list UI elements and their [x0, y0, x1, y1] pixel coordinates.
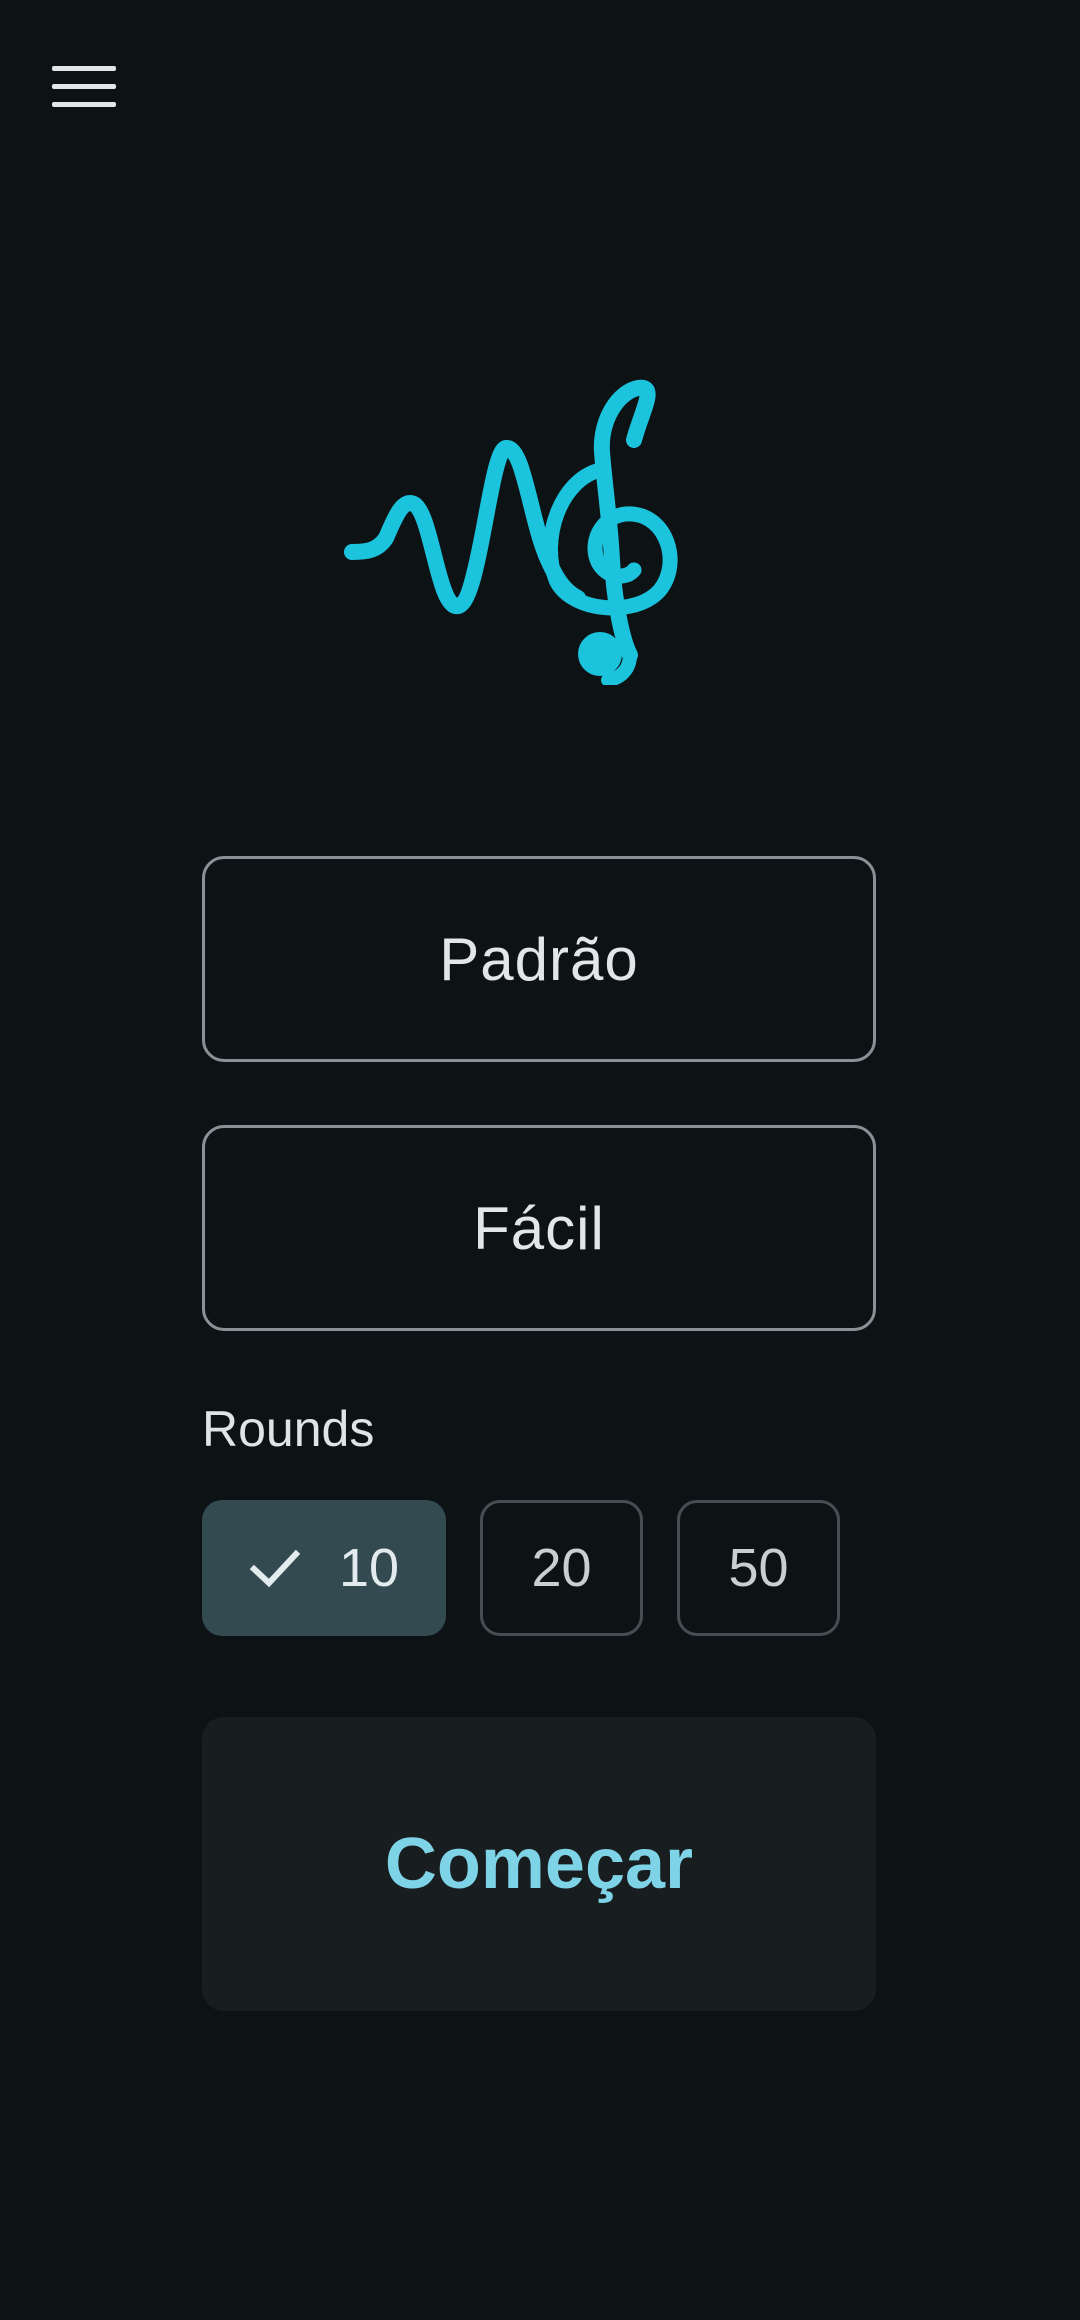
hamburger-menu-icon-line	[52, 83, 116, 89]
home-screen: Padrão Fácil Rounds 10 20 50 Começar	[0, 0, 1080, 2320]
hamburger-menu-icon	[52, 65, 116, 71]
hamburger-menu-icon-line	[52, 101, 116, 107]
difficulty-select-value: Fácil	[473, 1194, 605, 1262]
rounds-label: Rounds	[202, 1401, 375, 1457]
rounds-chip-50[interactable]: 50	[677, 1500, 840, 1636]
rounds-chip-10[interactable]: 10	[202, 1500, 446, 1636]
start-button-label: Começar	[384, 1824, 694, 1904]
rounds-chip-label: 50	[728, 1538, 789, 1598]
mode-select-value: Padrão	[439, 925, 639, 993]
rounds-chip-20[interactable]: 20	[480, 1500, 643, 1636]
rounds-chip-label: 20	[531, 1538, 592, 1598]
treble-clef-wave-icon	[344, 379, 678, 685]
menu-button[interactable]	[40, 48, 128, 124]
clef-dot	[578, 632, 622, 676]
mode-select[interactable]: Padrão	[202, 856, 876, 1062]
start-button[interactable]: Começar	[202, 1717, 876, 2011]
rounds-chip-label: 10	[338, 1538, 400, 1598]
difficulty-select[interactable]: Fácil	[202, 1125, 876, 1331]
checkmark-icon	[249, 1549, 301, 1588]
